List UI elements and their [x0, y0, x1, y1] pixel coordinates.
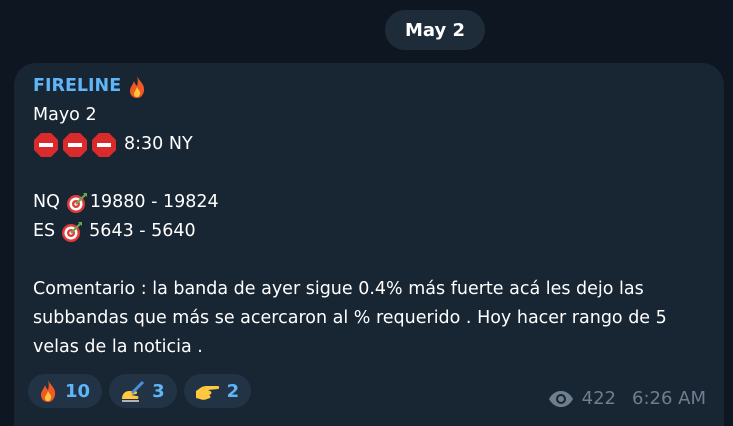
message-meta: 422 6:26 AM	[548, 388, 706, 409]
date-text: Mayo 2	[33, 105, 97, 125]
target-icon	[62, 221, 83, 242]
reaction-count: 10	[65, 380, 91, 402]
sender-name[interactable]: FIRELINE	[33, 72, 713, 101]
stop-sign-icon	[63, 132, 87, 157]
es-value: 5643 - 5640	[89, 221, 196, 241]
date-separator: May 2	[385, 10, 485, 50]
views-eye-icon	[548, 390, 573, 407]
comment-text: Comentario : la banda de ayer sigue 0.4%…	[33, 279, 667, 357]
time-line: 8:30 NY	[33, 130, 713, 159]
views-count: 422	[581, 388, 616, 409]
date-line: Mayo 2	[33, 101, 713, 130]
bubble-tail	[14, 406, 34, 426]
writing-hand-icon	[122, 380, 145, 402]
reaction-count: 3	[152, 380, 165, 402]
target-icon	[66, 192, 87, 213]
stop-sign-icon	[92, 132, 116, 157]
nq-value: 19880 - 19824	[89, 192, 219, 212]
message-content: FIRELINE Mayo 2 8:30 NY NQ 19880 - 19824…	[33, 72, 713, 362]
stop-sign-icon	[34, 132, 58, 157]
sender-label: FIRELINE	[33, 76, 122, 96]
nq-line: NQ 19880 - 19824	[33, 188, 713, 217]
nq-label: NQ	[33, 192, 60, 212]
fire-icon	[41, 380, 56, 402]
reactions-bar: 10 3 2	[28, 374, 252, 408]
reaction-count: 2	[226, 380, 240, 402]
es-label: ES	[33, 221, 56, 241]
pointing-hand-icon	[195, 386, 219, 400]
reaction-pointing-hand[interactable]: 2	[183, 374, 252, 408]
fire-icon	[130, 75, 145, 98]
es-line: ES 5643 - 5640	[33, 217, 713, 246]
message-time: 6:26 AM	[632, 388, 706, 409]
reaction-writing-hand[interactable]: 3	[109, 374, 177, 408]
reaction-fire[interactable]: 10	[28, 374, 103, 408]
time-note-text: 8:30 NY	[124, 134, 193, 154]
